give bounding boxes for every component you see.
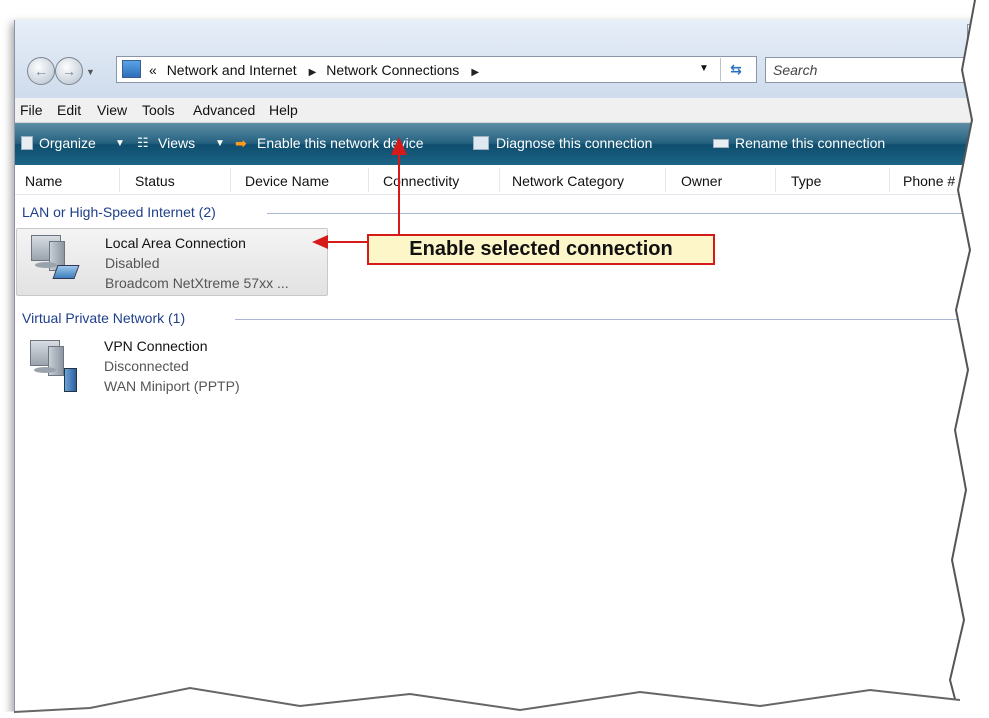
torn-edge-decoration — [0, 0, 989, 718]
